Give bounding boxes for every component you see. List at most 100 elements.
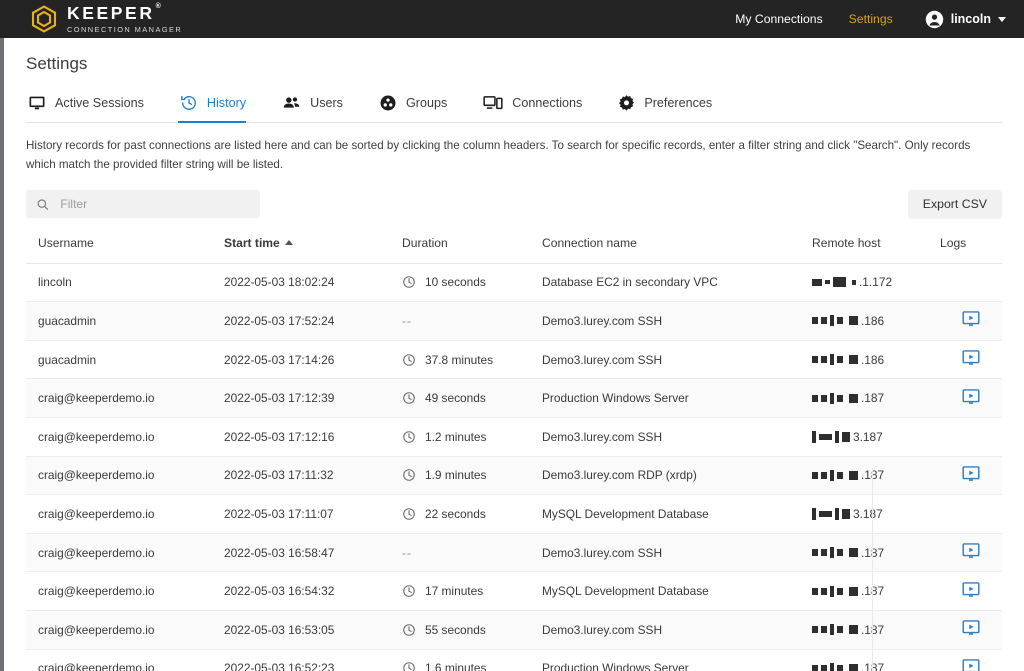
history-description: History records for past connections are… <box>26 137 992 175</box>
session-recording-play-icon[interactable] <box>962 389 980 405</box>
redaction-block <box>812 431 816 443</box>
cell-logs[interactable] <box>940 533 1002 572</box>
tab-label-connections: Connections <box>512 96 582 110</box>
table-header-row: Username Start time Duration Connection … <box>26 236 1002 264</box>
nav-settings[interactable]: Settings <box>849 12 893 26</box>
session-recording-play-icon[interactable] <box>962 620 980 636</box>
redaction-block <box>812 317 818 324</box>
cell-username: craig@keeperdemo.io <box>26 649 224 671</box>
table-row[interactable]: craig@keeperdemo.io2022-05-03 16:53:0555… <box>26 610 1002 649</box>
table-row[interactable]: craig@keeperdemo.io2022-05-03 17:12:3949… <box>26 379 1002 418</box>
tab-active-sessions[interactable]: Active Sessions <box>26 91 160 122</box>
cell-logs[interactable] <box>940 572 1002 611</box>
cell-duration: 1.9 minutes <box>402 456 542 495</box>
table-row[interactable]: craig@keeperdemo.io2022-05-03 17:12:161.… <box>26 417 1002 456</box>
tab-groups[interactable]: Groups <box>377 91 463 122</box>
filter-input-wrapper[interactable] <box>26 190 260 218</box>
redaction-block <box>812 588 818 595</box>
redaction-block <box>849 355 858 364</box>
table-row[interactable]: lincoln2022-05-03 18:02:2410 secondsData… <box>26 263 1002 302</box>
session-recording-play-icon[interactable] <box>962 659 980 671</box>
cell-username: craig@keeperdemo.io <box>26 495 224 534</box>
redaction-block <box>821 317 827 324</box>
tab-label-history: History <box>207 96 246 110</box>
brand-logo[interactable]: KEEPER® CONNECTION MANAGER <box>30 5 182 33</box>
filter-input[interactable] <box>58 190 250 218</box>
top-nav-links: My Connections Settings lincoln <box>735 10 1006 29</box>
table-row[interactable]: guacadmin2022-05-03 17:52:24--Demo3.lure… <box>26 302 1002 341</box>
redaction-block <box>830 663 834 671</box>
clock-icon <box>402 468 416 482</box>
cell-logs[interactable] <box>940 379 1002 418</box>
column-header-connection-name[interactable]: Connection name <box>542 236 812 264</box>
cell-logs[interactable] <box>940 340 1002 379</box>
tab-preferences[interactable]: Preferences <box>616 91 728 122</box>
table-row[interactable]: craig@keeperdemo.io2022-05-03 17:11:321.… <box>26 456 1002 495</box>
cell-duration: 1.6 minutes <box>402 649 542 671</box>
redaction-block <box>821 395 827 402</box>
session-recording-play-icon[interactable] <box>962 543 980 559</box>
duration-text: 49 seconds <box>425 391 486 405</box>
remote-host-suffix: .187 <box>861 391 884 405</box>
table-row[interactable]: guacadmin2022-05-03 17:14:2637.8 minutes… <box>26 340 1002 379</box>
tab-connections[interactable]: Connections <box>481 91 598 122</box>
tab-users[interactable]: Users <box>280 91 359 122</box>
chevron-down-icon <box>998 17 1006 22</box>
cell-logs[interactable] <box>940 302 1002 341</box>
redaction-block <box>849 394 858 403</box>
nav-my-connections[interactable]: My Connections <box>735 12 822 26</box>
table-row[interactable]: craig@keeperdemo.io2022-05-03 17:11:0722… <box>26 495 1002 534</box>
cell-start-time: 2022-05-03 18:02:24 <box>224 263 402 302</box>
column-header-username[interactable]: Username <box>26 236 224 264</box>
search-icon <box>36 197 49 212</box>
session-recording-play-icon[interactable] <box>962 466 980 482</box>
redaction-block <box>849 587 858 596</box>
cell-logs[interactable] <box>940 649 1002 671</box>
redaction-block <box>835 431 839 443</box>
column-header-remote-host[interactable]: Remote host <box>812 236 940 264</box>
cell-connection-name: Demo3.lurey.com SSH <box>542 302 812 341</box>
table-row[interactable]: craig@keeperdemo.io2022-05-03 16:58:47--… <box>26 533 1002 572</box>
user-name: lincoln <box>951 12 991 26</box>
cell-connection-name: Demo3.lurey.com SSH <box>542 340 812 379</box>
cell-remote-host: .187 <box>812 533 940 572</box>
remote-host-suffix: .186 <box>861 353 884 367</box>
cell-remote-host: .186 <box>812 302 940 341</box>
cell-start-time: 2022-05-03 16:54:32 <box>224 572 402 611</box>
redaction-block <box>830 586 834 597</box>
session-recording-play-icon[interactable] <box>962 350 980 366</box>
duration-text: 1.6 minutes <box>425 661 486 671</box>
clock-icon <box>402 507 416 521</box>
column-header-logs[interactable]: Logs <box>940 236 1002 264</box>
table-row[interactable]: craig@keeperdemo.io2022-05-03 16:52:231.… <box>26 649 1002 671</box>
tab-history[interactable]: History <box>178 91 262 122</box>
cell-logs[interactable] <box>940 456 1002 495</box>
user-menu[interactable]: lincoln <box>925 10 1006 29</box>
redaction-block <box>837 665 843 671</box>
redaction-block <box>821 356 827 363</box>
export-csv-button[interactable]: Export CSV <box>908 190 1002 219</box>
cell-connection-name: Demo3.lurey.com SSH <box>542 533 812 572</box>
window-left-border-top <box>0 0 4 38</box>
cell-username: craig@keeperdemo.io <box>26 572 224 611</box>
redaction-block <box>837 588 843 595</box>
table-body: lincoln2022-05-03 18:02:2410 secondsData… <box>26 263 1002 671</box>
redaction-block <box>812 508 816 520</box>
tab-label-preferences: Preferences <box>644 96 712 110</box>
cell-duration: -- <box>402 533 542 572</box>
page-title: Settings <box>26 54 1002 74</box>
column-header-start-time[interactable]: Start time <box>224 236 402 264</box>
session-recording-play-icon[interactable] <box>962 311 980 327</box>
users-icon <box>282 93 301 112</box>
remote-host-suffix: .187 <box>861 584 884 598</box>
table-row[interactable]: craig@keeperdemo.io2022-05-03 16:54:3217… <box>26 572 1002 611</box>
redaction-block <box>821 626 827 633</box>
window-left-border <box>0 0 4 671</box>
column-header-duration[interactable]: Duration <box>402 236 542 264</box>
remote-host-suffix: .187 <box>861 546 884 560</box>
session-recording-play-icon[interactable] <box>962 582 980 598</box>
cell-username: craig@keeperdemo.io <box>26 379 224 418</box>
remote-host-suffix: .187 <box>861 468 884 482</box>
cell-logs[interactable] <box>940 610 1002 649</box>
redaction-block <box>812 279 822 286</box>
